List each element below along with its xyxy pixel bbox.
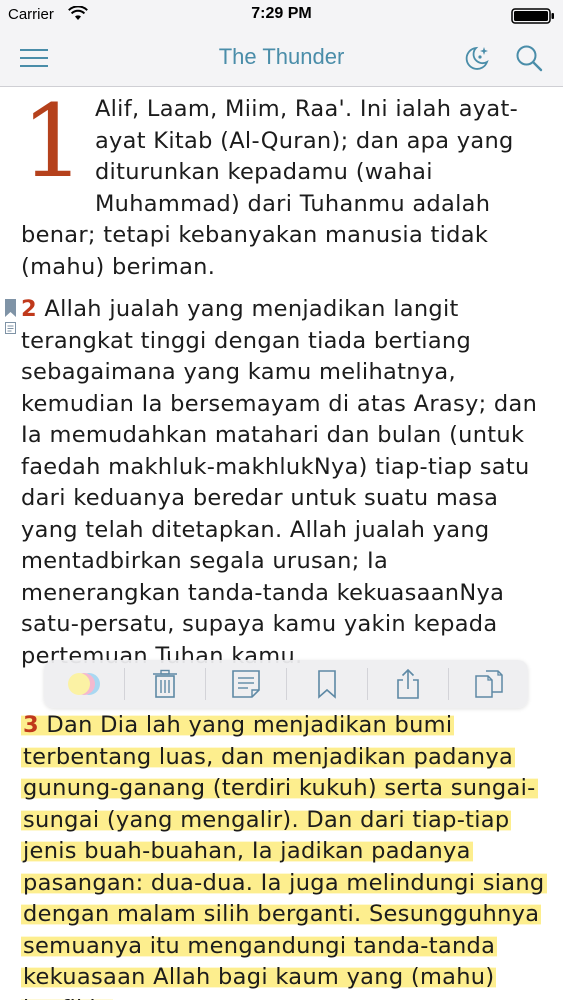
night-mode-icon[interactable] — [462, 43, 492, 73]
battery-icon — [511, 8, 554, 24]
verse-number: 2 — [21, 296, 37, 322]
copy-button[interactable] — [449, 660, 528, 708]
highlight-color-button[interactable] — [44, 660, 124, 708]
highlight-color-icon — [68, 673, 100, 695]
bookmark-marker-icon[interactable] — [5, 299, 16, 317]
delete-button[interactable] — [125, 660, 205, 708]
navigation-bar: The Thunder — [0, 30, 563, 87]
status-bar: Carrier 7:29 PM — [0, 0, 563, 30]
verse-1-dropcap: 1 — [21, 86, 85, 200]
share-icon — [397, 668, 419, 699]
highlighted-verse: 3 Dan Dia lah yang menjadikan bumi terbe… — [21, 712, 547, 1000]
verse-content[interactable]: 1 Alif, Laam, Miim, Raa'. Ini ialah ayat-… — [0, 86, 563, 1000]
share-button[interactable] — [368, 660, 448, 708]
verse-1[interactable]: 1 Alif, Laam, Miim, Raa'. Ini ialah ayat-… — [21, 86, 551, 283]
trash-icon — [153, 669, 177, 698]
verse-number: 3 — [23, 712, 39, 738]
verse-action-toolbar — [44, 660, 528, 708]
verse-3[interactable]: 3 Dan Dia lah yang menjadikan bumi terbe… — [21, 710, 551, 1000]
bookmark-button[interactable] — [287, 660, 367, 708]
note-marker-icon[interactable] — [5, 322, 16, 334]
copy-icon — [474, 670, 503, 698]
verse-2[interactable]: 2 Allah jualah yang menjadikan langit te… — [21, 294, 551, 672]
verse-3-text: Dan Dia lah yang menjadikan bumi terbent… — [23, 712, 545, 1000]
note-icon — [232, 670, 260, 698]
search-icon[interactable] — [514, 43, 544, 73]
verse-1-text: Alif, Laam, Miim, Raa'. Ini ialah ayat-a… — [21, 96, 519, 280]
clock: 7:29 PM — [251, 5, 312, 22]
add-note-button[interactable] — [206, 660, 286, 708]
verse-2-text: Allah jualah yang menjadikan langit tera… — [21, 296, 538, 669]
bookmark-icon — [318, 670, 336, 699]
